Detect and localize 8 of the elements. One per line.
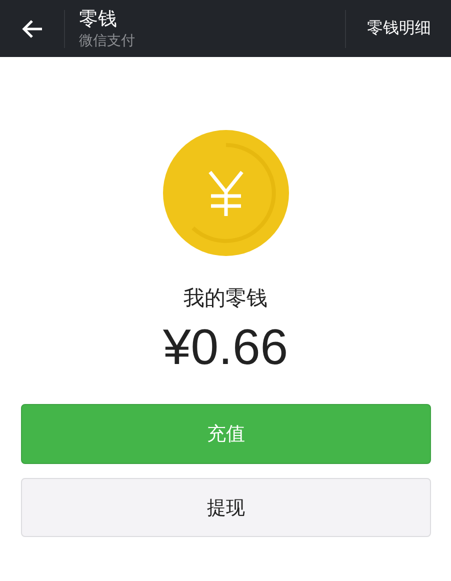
balance-label: 我的零钱 <box>184 285 268 312</box>
coin-icon <box>162 130 288 256</box>
page-subtitle: 微信支付 <box>79 32 136 50</box>
details-link[interactable]: 零钱明细 <box>346 0 451 57</box>
back-arrow-icon <box>21 18 43 38</box>
balance-amount: ¥0.66 <box>162 318 288 377</box>
page-title: 零钱 <box>79 6 118 30</box>
withdraw-button[interactable]: 提现 <box>21 478 431 537</box>
